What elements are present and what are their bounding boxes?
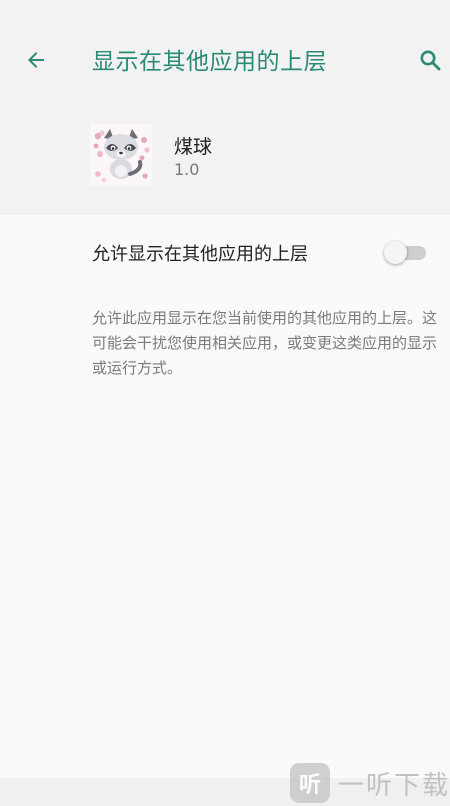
status-bar-area [0, 0, 450, 30]
page-title: 显示在其他应用的上层 [92, 49, 327, 75]
overlay-permission-screen: 显示在其他应用的上层 煤球 1.0 允许显示在其他应用的上层 允许此应用显示在您… [0, 0, 450, 806]
site-watermark: 听 一听下载 [290, 762, 450, 804]
back-button[interactable] [16, 40, 56, 80]
allow-overlay-setting-row[interactable]: 允许显示在其他应用的上层 [0, 225, 450, 281]
toggle-thumb [384, 241, 407, 264]
watermark-logo-icon: 听 [290, 763, 330, 803]
raccoon-app-icon [90, 124, 152, 186]
app-name: 煤球 [174, 136, 213, 158]
app-header: 显示在其他应用的上层 煤球 1.0 [0, 30, 450, 215]
search-button[interactable] [410, 40, 450, 80]
watermark-text: 一听下载 [338, 770, 450, 801]
arrow-left-icon [28, 52, 44, 68]
permission-description: 允许此应用显示在您当前使用的其他应用的上层。这可能会干扰您使用相关应用，或变更这… [92, 309, 438, 377]
allow-overlay-toggle[interactable] [384, 241, 426, 264]
search-icon [420, 50, 441, 71]
app-version: 1.0 [174, 160, 200, 179]
allow-overlay-label: 允许显示在其他应用的上层 [92, 244, 308, 265]
